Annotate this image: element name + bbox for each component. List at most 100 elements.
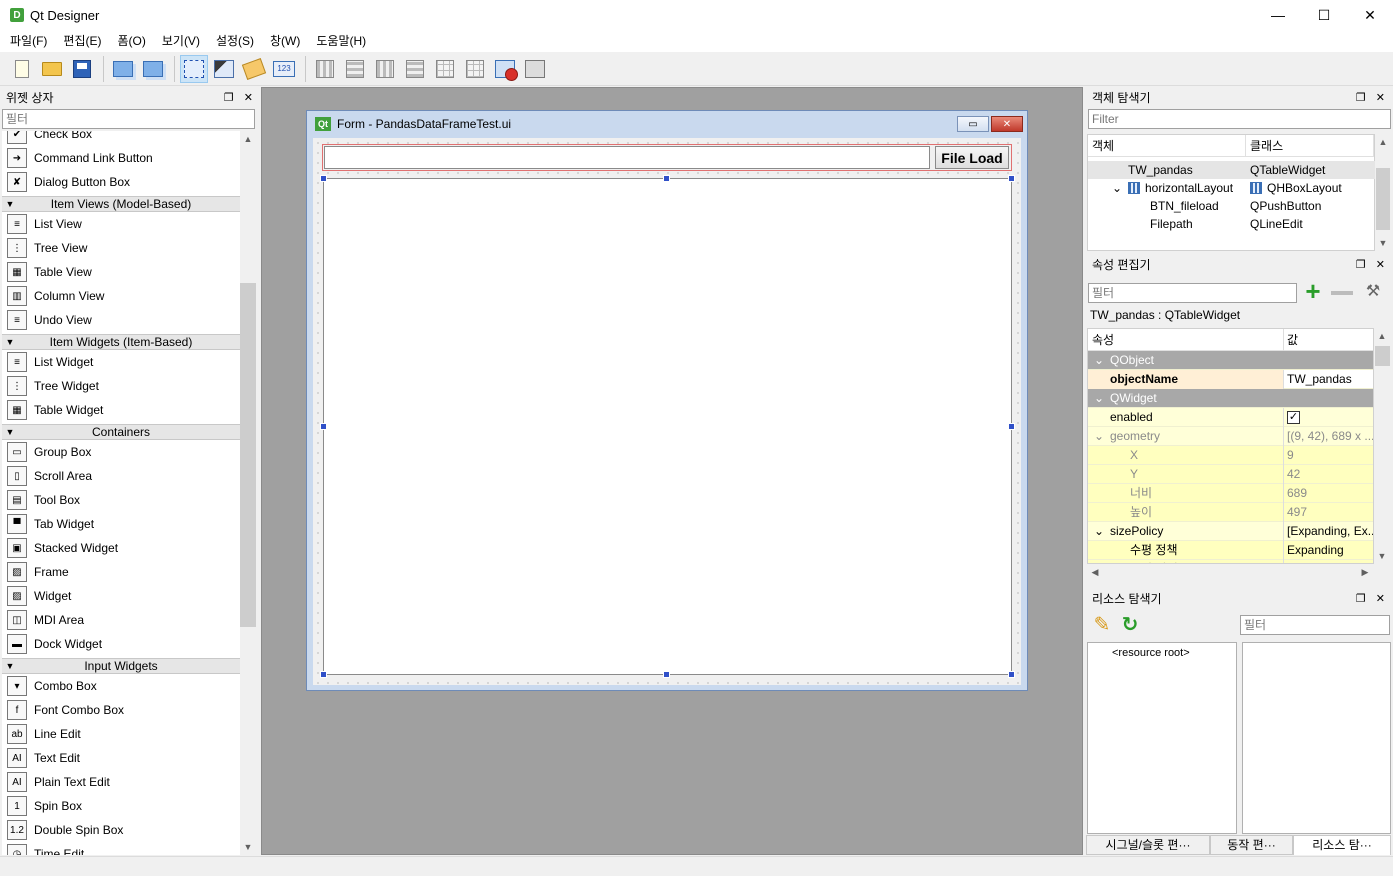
minimize-button[interactable]: — — [1255, 0, 1301, 30]
widget-item[interactable]: ▥ Column View — [2, 284, 240, 308]
widget-item[interactable]: ◷ Time Edit — [2, 842, 240, 855]
column-value[interactable]: 값 — [1284, 329, 1373, 351]
property-row[interactable]: ⌄ sizePolicy [Expanding, Ex... — [1088, 521, 1373, 541]
object-filter-input[interactable]: Filter — [1088, 109, 1391, 129]
scroll-down-icon[interactable]: ▼ — [1375, 235, 1391, 251]
bring-to-front-button[interactable] — [109, 55, 137, 83]
object-tree-row[interactable]: Filepath QLineEdit — [1088, 215, 1376, 233]
tw-pandas-table-widget[interactable] — [323, 178, 1012, 675]
reload-icon[interactable]: ↻ — [1118, 613, 1142, 637]
object-tree-row[interactable]: BTN_fileload QPushButton — [1088, 197, 1376, 215]
property-row[interactable]: ⌄ QObject — [1088, 351, 1373, 370]
column-property[interactable]: 속성 — [1088, 329, 1284, 351]
menu-view[interactable]: 보기(V) — [154, 30, 208, 52]
property-row[interactable]: enabled ✓ — [1088, 407, 1373, 427]
close-icon[interactable]: ✕ — [244, 91, 253, 104]
enabled-checkbox[interactable]: ✓ — [1287, 410, 1300, 424]
menu-form[interactable]: 폼(O) — [109, 30, 153, 52]
scroll-right-icon[interactable]: ▶ — [1357, 564, 1373, 580]
widget-category[interactable]: ▼ Containers — [2, 424, 240, 440]
menu-file[interactable]: 파일(F) — [2, 30, 55, 52]
widget-item[interactable]: ▣ Stacked Widget — [2, 536, 240, 560]
horizontal-layout-box[interactable]: File Load — [322, 144, 1012, 171]
property-row[interactable]: 너비 689 — [1088, 483, 1373, 503]
widget-item[interactable]: ◫ MDI Area — [2, 608, 240, 632]
widget-category[interactable]: ▼ Item Views (Model-Based) — [2, 196, 240, 212]
property-scrollbar[interactable]: ▲ ▼ — [1374, 328, 1391, 564]
menu-edit[interactable]: 편집(E) — [55, 30, 109, 52]
form-minimize-button[interactable]: ▭ — [957, 116, 989, 132]
widget-item[interactable]: ab Line Edit — [2, 722, 240, 746]
tab-action-editor[interactable]: 동작 편··· — [1210, 835, 1293, 855]
adjust-size-button[interactable] — [521, 55, 549, 83]
float-icon[interactable]: ❐ — [1356, 91, 1366, 104]
widget-item[interactable]: ≡ Undo View — [2, 308, 240, 332]
save-button[interactable] — [68, 55, 96, 83]
chevron-down-icon[interactable]: ⌄ — [1088, 427, 1110, 446]
property-row[interactable]: X9 — [1088, 445, 1373, 465]
property-row[interactable]: objectName TW_pandas — [1088, 369, 1373, 389]
filepath-line-edit[interactable] — [324, 146, 930, 169]
widget-item[interactable]: ▤ Tool Box — [2, 488, 240, 512]
object-tree-row[interactable]: TW_pandas QTableWidget — [1088, 161, 1376, 179]
new-file-button[interactable] — [8, 55, 36, 83]
property-row[interactable]: ⌄ QWidget — [1088, 389, 1373, 408]
chevron-down-icon[interactable]: ⌄ — [1088, 389, 1110, 408]
widget-item[interactable]: AI Plain Text Edit — [2, 770, 240, 794]
resize-handle[interactable] — [1008, 175, 1015, 182]
property-row[interactable]: Y 42 — [1088, 464, 1373, 484]
widget-item[interactable]: ▦ Table Widget — [2, 398, 240, 422]
close-icon[interactable]: ✕ — [1376, 91, 1385, 104]
scrollbar-thumb[interactable] — [1376, 168, 1390, 230]
property-row[interactable]: ⌄ geometry [(9, 42), 689 x ... — [1088, 426, 1373, 446]
widget-item[interactable]: ▨ Frame — [2, 560, 240, 584]
widget-item[interactable]: ✘ Dialog Button Box — [2, 170, 240, 194]
close-button[interactable]: ✕ — [1347, 0, 1393, 30]
edit-signals-slots-button[interactable] — [210, 55, 238, 83]
widget-item[interactable]: ▦ Table View — [2, 260, 240, 284]
object-tree-row[interactable]: ⌄ horizontalLayout QHBoxLayout — [1088, 179, 1376, 197]
configure-wrench-icon[interactable]: ⚒ — [1361, 281, 1385, 303]
widget-item[interactable]: 1 Spin Box — [2, 794, 240, 818]
widget-item[interactable]: 1.2 Double Spin Box — [2, 818, 240, 842]
widget-item[interactable]: ▯ Scroll Area — [2, 464, 240, 488]
widget-item[interactable]: ▬ Dock Widget — [2, 632, 240, 656]
widget-item[interactable]: ➜ Command Link Button — [2, 146, 240, 170]
widget-item[interactable]: ≡ List Widget — [2, 350, 240, 374]
widget-item[interactable]: ⋮ Tree View — [2, 236, 240, 260]
close-icon[interactable]: ✕ — [1376, 592, 1385, 605]
form-canvas[interactable]: File Load — [313, 138, 1021, 685]
close-icon[interactable]: ✕ — [1376, 258, 1385, 271]
chevron-down-icon[interactable]: ⌄ — [1088, 522, 1110, 541]
tab-resource-browser[interactable]: 리소스 탐··· — [1293, 835, 1391, 855]
scroll-up-icon[interactable]: ▲ — [1374, 328, 1390, 344]
scroll-left-icon[interactable]: ◀ — [1087, 564, 1103, 580]
edit-resources-pencil-icon[interactable]: ✎ — [1090, 613, 1114, 637]
layout-v-splitter-button[interactable] — [401, 55, 429, 83]
resize-handle[interactable] — [320, 671, 327, 678]
layout-form-button[interactable] — [461, 55, 489, 83]
file-load-button[interactable]: File Load — [935, 146, 1009, 169]
property-hscrollbar[interactable]: ◀ ▶ — [1087, 564, 1374, 581]
resize-handle[interactable] — [663, 671, 670, 678]
scroll-down-icon[interactable]: ▼ — [240, 839, 256, 855]
property-row[interactable]: 높이 497 — [1088, 502, 1373, 522]
widget-item[interactable]: f Font Combo Box — [2, 698, 240, 722]
widget-box-filter[interactable]: 필터 — [2, 109, 255, 129]
resize-handle[interactable] — [1008, 423, 1015, 430]
chevron-down-icon[interactable]: ⌄ — [1112, 181, 1128, 195]
widget-item[interactable]: AI Text Edit — [2, 746, 240, 770]
chevron-down-icon[interactable]: ⌄ — [1088, 351, 1110, 370]
widget-box-scrollbar[interactable]: ▲ ▼ — [240, 131, 256, 855]
widget-item[interactable]: ▾ Combo Box — [2, 674, 240, 698]
widget-item[interactable]: ▨ Widget — [2, 584, 240, 608]
maximize-button[interactable]: ☐ — [1301, 0, 1347, 30]
object-tree-scrollbar[interactable]: ▲ ▼ — [1375, 134, 1391, 251]
menu-help[interactable]: 도움말(H) — [308, 30, 374, 52]
widget-item[interactable]: ✔ Check Box — [2, 131, 240, 146]
form-window[interactable]: Qt Form - PandasDataFrameTest.ui ▭ ✕ Fil… — [306, 110, 1028, 691]
scroll-up-icon[interactable]: ▲ — [240, 131, 256, 147]
layout-vertical-button[interactable] — [341, 55, 369, 83]
column-class[interactable]: 클래스 — [1246, 134, 1374, 157]
widget-category[interactable]: ▼ Input Widgets — [2, 658, 240, 674]
